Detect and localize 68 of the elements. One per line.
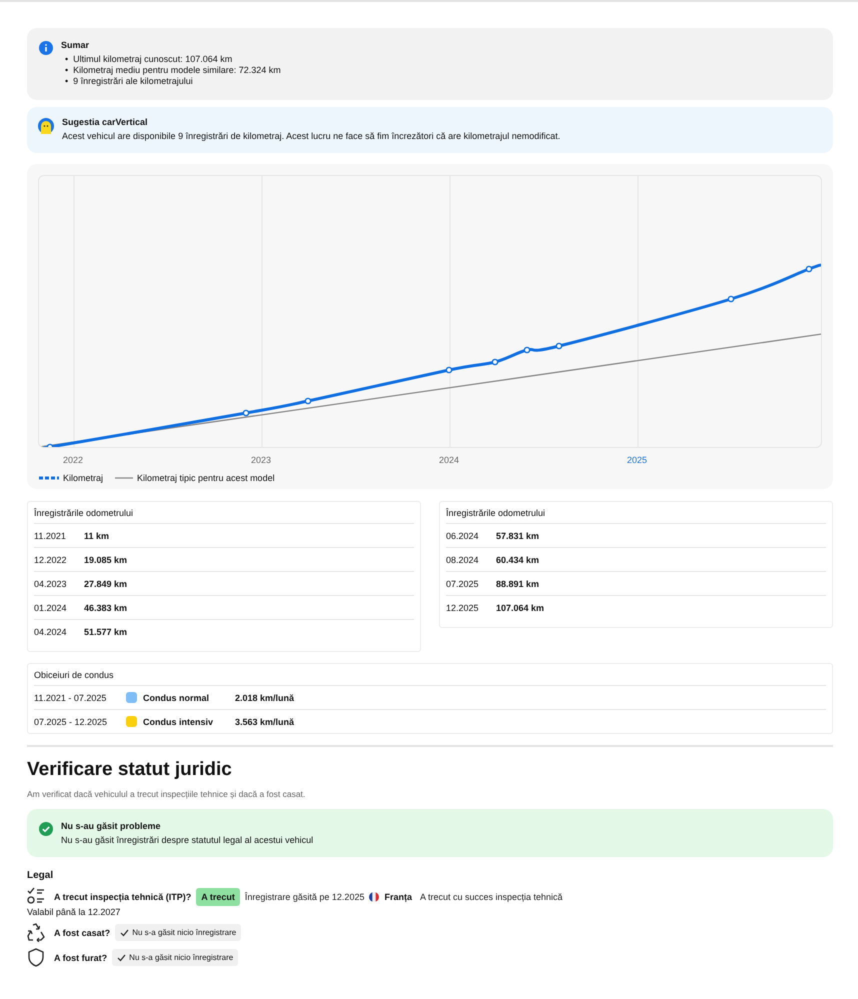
record-date: Înregistrare găsită pe 12.2025 bbox=[244, 892, 364, 902]
summary-title: Sumar bbox=[61, 40, 90, 50]
axis-label: 2024 bbox=[438, 455, 460, 465]
table-title: Obiceiuri de condus bbox=[34, 664, 826, 686]
bullet: • bbox=[65, 54, 68, 65]
table-cell-text: Condus normal bbox=[143, 692, 210, 702]
mascot-icon bbox=[38, 118, 54, 134]
bullet: • bbox=[65, 76, 68, 87]
table-cell: 27.849 km bbox=[84, 578, 128, 588]
section-subtitle: Am verificat dacă vehiculul a trecut inspecțiile tehnice și dacă a fost casat. bbox=[27, 789, 306, 799]
checklist-icon bbox=[27, 887, 45, 906]
table-cell-text: 04.2024 bbox=[34, 626, 68, 636]
section-heading: Verificare statut juridic bbox=[27, 759, 233, 781]
table-cell: 60.434 km bbox=[496, 554, 540, 564]
status-badge: A trecut bbox=[196, 888, 240, 906]
summary-item: Ultimul kilometraj cunoscut: 107.064 km bbox=[73, 54, 232, 65]
bullet: • bbox=[65, 65, 68, 76]
check-icon bbox=[120, 928, 130, 936]
check-circle-icon bbox=[39, 822, 53, 836]
table-cell: 46.383 km bbox=[84, 602, 128, 612]
info-icon bbox=[39, 41, 53, 55]
country-name: Franța bbox=[384, 892, 412, 902]
legend-label: Kilometraj bbox=[63, 473, 104, 483]
flag-icon bbox=[369, 892, 380, 902]
table-cell-text: 08.2024 bbox=[446, 554, 480, 564]
table-cell: 19.085 km bbox=[84, 554, 128, 564]
table-cell-text: Condus intensiv bbox=[143, 716, 214, 726]
table-title: Înregistrările odometrului bbox=[34, 502, 414, 524]
check-question: A fost casat? bbox=[54, 928, 110, 938]
check-question: A fost furat? bbox=[54, 952, 108, 962]
check-icon bbox=[117, 954, 126, 962]
summary-item: Kilometraj mediu pentru modele similare: 72.324 km bbox=[73, 65, 281, 76]
table-cell: 88.891 km bbox=[496, 578, 540, 588]
badge-text: Nu s-a găsit nicio înregistrare bbox=[129, 953, 234, 962]
table-cell-text: 07.2025 - 12.2025 bbox=[34, 716, 108, 726]
table-cell-text: 11.2021 - 07.2025 bbox=[34, 692, 108, 702]
table-cell-text: 12.2022 bbox=[34, 554, 68, 564]
suggestion-text: Acest vehicul are disponibile 9 înregistrări de kilometraj. Acest lucru ne face să fim încrezători că are kilometrajul nemodificat. bbox=[62, 131, 560, 141]
status-title: Nu s-au găsit probleme bbox=[61, 821, 162, 831]
table-title: Înregistrările odometrului bbox=[446, 502, 826, 524]
legend-line-icon bbox=[115, 475, 134, 481]
table-cell: 51.577 km bbox=[84, 626, 128, 636]
table-cell-text: 11.2021 bbox=[34, 530, 67, 540]
table-cell: 2.018 km/lună bbox=[235, 692, 294, 702]
table-cell: 57.831 km bbox=[496, 530, 540, 540]
check-result: A trecut cu succes inspecția tehnică bbox=[420, 892, 563, 902]
axis-label: 2025 bbox=[626, 455, 648, 465]
legal-heading: Legal bbox=[27, 870, 54, 881]
legend-label: Kilometraj tipic pentru acest model bbox=[137, 473, 275, 483]
table-cell-text: 06.2024 bbox=[446, 530, 480, 540]
badge-text: Nu s-a găsit nicio înregistrare bbox=[132, 928, 236, 937]
recycle-icon bbox=[27, 923, 45, 942]
axis-label: 2022 bbox=[62, 455, 84, 465]
table-cell: 3.563 km/lună bbox=[235, 716, 294, 726]
shield-icon bbox=[27, 948, 45, 967]
legend-line-icon bbox=[39, 475, 59, 481]
table-cell: 107.064 km bbox=[496, 602, 544, 612]
check-question: A trecut inspecția tehnică (ITP)? bbox=[54, 892, 192, 902]
table-cell: 11 km bbox=[84, 530, 110, 540]
validity-text: Valabil până la 12.2027 bbox=[27, 907, 122, 917]
summary-item: 9 înregistrări ale kilometrajului bbox=[73, 76, 193, 87]
table-cell-text: 07.2025 bbox=[446, 578, 480, 588]
suggestion-title: Sugestia carVertical bbox=[62, 117, 149, 127]
table-cell-text: 12.2025 bbox=[446, 602, 480, 612]
table-cell-text: 04.2023 bbox=[34, 578, 68, 588]
axis-label: 2023 bbox=[250, 455, 272, 465]
table-cell-text: 01.2024 bbox=[34, 602, 68, 612]
status-text: Nu s-au găsit înregistrări despre statutul legal al acestui vehicul bbox=[61, 835, 314, 845]
